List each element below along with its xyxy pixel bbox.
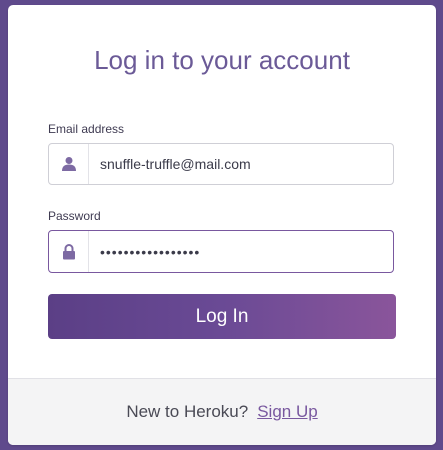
lock-icon xyxy=(49,231,89,272)
password-label: Password xyxy=(48,209,101,223)
login-card: Log in to your account Email address snu… xyxy=(8,5,436,445)
email-field[interactable]: snuffle-truffle@mail.com xyxy=(48,143,394,185)
footer-text: New to Heroku? xyxy=(126,402,249,421)
login-button[interactable]: Log In xyxy=(48,294,396,339)
email-value: snuffle-truffle@mail.com xyxy=(100,156,251,172)
page-title: Log in to your account xyxy=(94,45,350,75)
user-icon xyxy=(49,144,89,184)
password-field[interactable]: ••••••••••••••••• xyxy=(48,230,394,273)
email-label: Email address xyxy=(48,122,125,136)
password-value: ••••••••••••••••• xyxy=(100,243,201,260)
signup-footer: New to Heroku? Sign Up xyxy=(8,378,436,445)
signup-link[interactable]: Sign Up xyxy=(257,402,317,422)
